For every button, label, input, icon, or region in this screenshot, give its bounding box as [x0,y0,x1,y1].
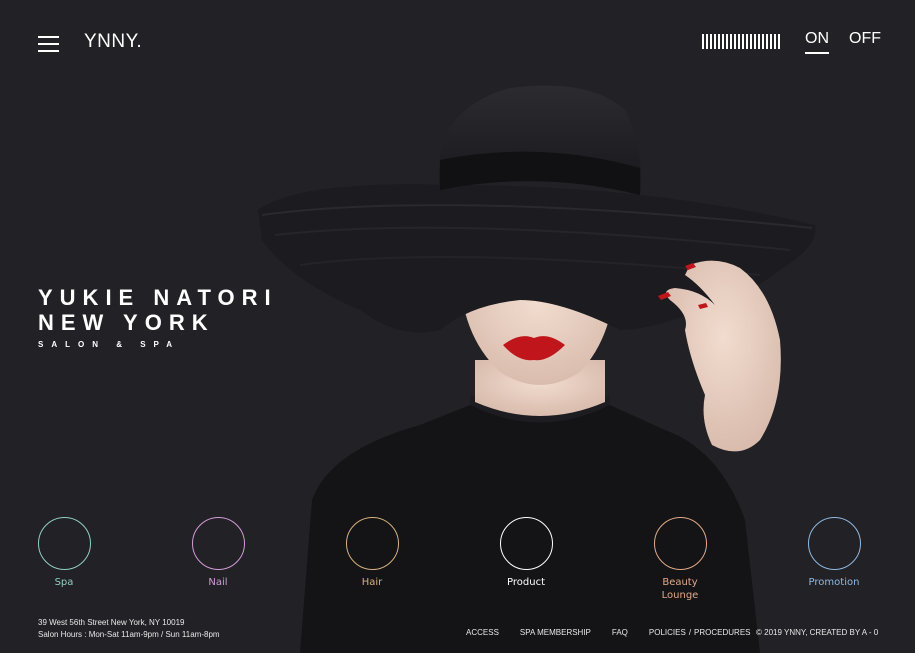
footer-link-policies[interactable]: POLICIES [649,628,686,637]
footer-divider: / [688,628,692,637]
hero-title: YUKIE NATORI NEW YORK [38,285,278,335]
category-nail[interactable]: Nail [183,517,253,589]
footer-link-spa-membership[interactable]: SPA MEMBERSHIP [520,628,591,637]
category-label: Spa [54,577,74,588]
salon-hours: Salon Hours : Mon-Sat 11am-9pm / Sun 11a… [38,630,220,639]
category-ring[interactable] [653,517,707,570]
copyright: © 2019 YNNY, CREATED BY A - 0 [756,628,879,637]
category-product[interactable]: Product [491,517,561,589]
category-beauty-lounge[interactable]: Beauty Lounge [645,517,715,602]
sound-on-toggle[interactable]: ON [805,30,829,54]
hero-subtitle: SALON & SPA [38,340,181,349]
category-ring[interactable] [191,517,245,570]
footer-nav: ACCESS SPA MEMBERSHIP FAQ POLICIES / PRO… [466,628,751,637]
category-label: Nail [208,577,228,588]
category-label: Product [507,577,545,588]
category-hair[interactable]: Hair [337,517,407,589]
footer-link-procedures[interactable]: PROCEDURES [694,628,750,637]
footer-link-access[interactable]: ACCESS [466,628,499,637]
category-label-line2: Lounge [661,590,699,601]
category-ring[interactable] [345,517,399,570]
logo[interactable]: YNNY. [84,31,142,53]
footer-link-faq[interactable]: FAQ [612,628,628,637]
category-label: Beauty Lounge [645,576,715,602]
hero-title-line1: YUKIE NATORI [38,285,278,310]
category-ring[interactable] [499,517,553,570]
hero-title-line2: NEW YORK [38,310,215,335]
salon-address: 39 West 56th Street New York, NY 10019 S… [38,617,220,641]
category-label-line1: Beauty [662,577,698,588]
category-spa[interactable]: Spa [29,517,99,589]
category-label: Promotion [808,577,860,588]
category-promotion[interactable]: Promotion [799,517,869,589]
sound-bars-icon[interactable] [702,34,780,49]
hamburger-menu-icon[interactable] [38,36,59,52]
category-label: Hair [361,577,383,588]
category-ring[interactable] [37,517,91,570]
category-ring[interactable] [807,517,861,570]
sound-off-toggle[interactable]: OFF [849,30,881,48]
address-line: 39 West 56th Street New York, NY 10019 [38,618,185,627]
